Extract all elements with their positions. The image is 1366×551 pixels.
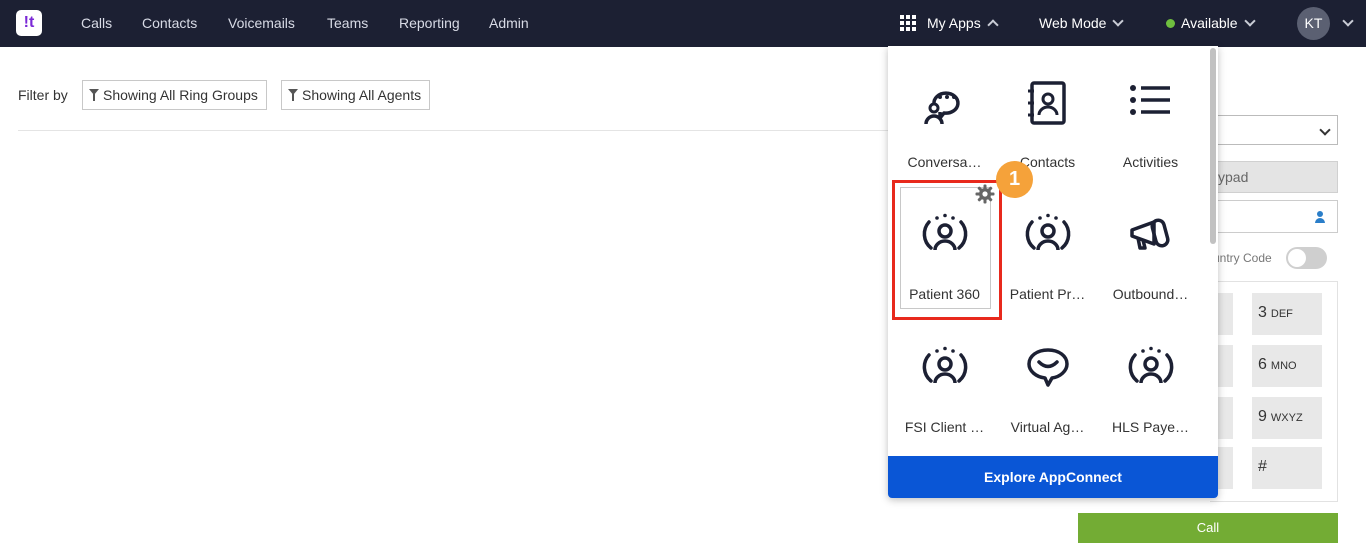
chevron-down-icon bbox=[1342, 15, 1354, 27]
app-tile-activities[interactable]: Activities bbox=[1099, 52, 1202, 184]
country-code-toggle[interactable] bbox=[1286, 247, 1327, 269]
person-broadcast-icon bbox=[1128, 346, 1174, 384]
user-avatar[interactable]: KT bbox=[1297, 7, 1330, 40]
user-menu-toggle[interactable] bbox=[1336, 0, 1354, 47]
dropdown-scrollbar[interactable] bbox=[1210, 48, 1216, 244]
nav-admin[interactable]: Admin bbox=[489, 0, 529, 47]
megaphone-icon bbox=[1130, 218, 1170, 250]
web-mode-menu[interactable]: Web Mode bbox=[1039, 0, 1125, 47]
app-tile-virtual-agent[interactable]: Virtual Ag… bbox=[996, 317, 1099, 449]
step-badge: 1 bbox=[996, 161, 1033, 198]
explore-appconnect-button[interactable]: Explore AppConnect bbox=[888, 456, 1218, 498]
status-menu[interactable]: Available bbox=[1181, 0, 1256, 47]
chevron-up-icon bbox=[987, 19, 999, 31]
app-tile-label: Outbound… bbox=[1112, 286, 1189, 302]
nav-contacts[interactable]: Contacts bbox=[142, 0, 197, 47]
app-tile-outbound[interactable]: Outbound… bbox=[1099, 184, 1202, 316]
caller-id-select[interactable] bbox=[1210, 115, 1338, 145]
call-button[interactable]: Call bbox=[1078, 513, 1338, 543]
my-apps-menu[interactable]: My Apps bbox=[927, 0, 999, 47]
app-tile-label: Activities bbox=[1122, 154, 1179, 170]
phone-number-input[interactable] bbox=[1210, 200, 1338, 233]
nav-reporting[interactable]: Reporting bbox=[399, 0, 460, 47]
app-tile-label: Virtual Ag… bbox=[1010, 419, 1085, 435]
chat-smile-icon bbox=[1027, 348, 1069, 387]
nav-calls[interactable]: Calls bbox=[81, 0, 112, 47]
country-code-label: untry Code bbox=[1213, 251, 1272, 265]
contacts-book-icon bbox=[1028, 81, 1066, 125]
funnel-icon bbox=[288, 89, 298, 101]
funnel-icon bbox=[89, 89, 99, 101]
person-broadcast-icon bbox=[1025, 213, 1071, 251]
keypad: 3 DEF 6 MNO 9 WXYZ # bbox=[1210, 281, 1338, 502]
app-tile-fsi-client[interactable]: FSI Client … bbox=[893, 317, 996, 449]
divider bbox=[18, 130, 888, 131]
key-3[interactable]: 3 DEF bbox=[1252, 293, 1322, 335]
app-tile-patient-pr[interactable]: Patient Pr… bbox=[996, 184, 1099, 316]
app-tile-label: FSI Client … bbox=[904, 419, 985, 435]
status-indicator-icon bbox=[1166, 19, 1175, 28]
nav-voicemails[interactable]: Voicemails bbox=[228, 0, 295, 47]
filter-by-label: Filter by bbox=[18, 87, 68, 103]
app-tile-hls-payer[interactable]: HLS Paye… bbox=[1099, 317, 1202, 449]
status-label: Available bbox=[1181, 15, 1238, 31]
key-9[interactable]: 9 WXYZ bbox=[1252, 397, 1322, 439]
chevron-down-icon bbox=[1112, 15, 1125, 27]
top-navigation-bar: !t Calls Contacts Voicemails Teams Repor… bbox=[0, 0, 1366, 47]
app-tile-conversations[interactable]: Conversa… bbox=[893, 52, 996, 184]
chevron-down-icon bbox=[1243, 15, 1256, 27]
agents-filter-label: Showing All Agents bbox=[302, 87, 422, 103]
app-tile-label: HLS Paye… bbox=[1111, 419, 1190, 435]
ring-groups-filter-label: Showing All Ring Groups bbox=[103, 87, 258, 103]
contact-picker-icon[interactable] bbox=[1315, 211, 1325, 223]
app-tile-label: Patient Pr… bbox=[1009, 286, 1086, 302]
agents-filter-button[interactable]: Showing All Agents bbox=[281, 80, 431, 110]
my-apps-label: My Apps bbox=[927, 15, 981, 31]
list-icon bbox=[1130, 85, 1170, 115]
app-tile-label: Conversa… bbox=[907, 154, 982, 170]
web-mode-label: Web Mode bbox=[1039, 15, 1107, 31]
keypad-tab[interactable]: ypad bbox=[1210, 161, 1338, 193]
key-hash[interactable]: # bbox=[1252, 447, 1322, 489]
highlight-box bbox=[892, 180, 1002, 320]
app-logo[interactable]: !t bbox=[16, 10, 42, 36]
app-grid-icon[interactable] bbox=[900, 15, 916, 31]
person-broadcast-icon bbox=[922, 346, 968, 384]
chevron-down-icon bbox=[1319, 124, 1331, 136]
nav-teams[interactable]: Teams bbox=[327, 0, 368, 47]
conversation-icon bbox=[924, 91, 960, 125]
ring-groups-filter-button[interactable]: Showing All Ring Groups bbox=[82, 80, 267, 110]
key-6[interactable]: 6 MNO bbox=[1252, 345, 1322, 387]
